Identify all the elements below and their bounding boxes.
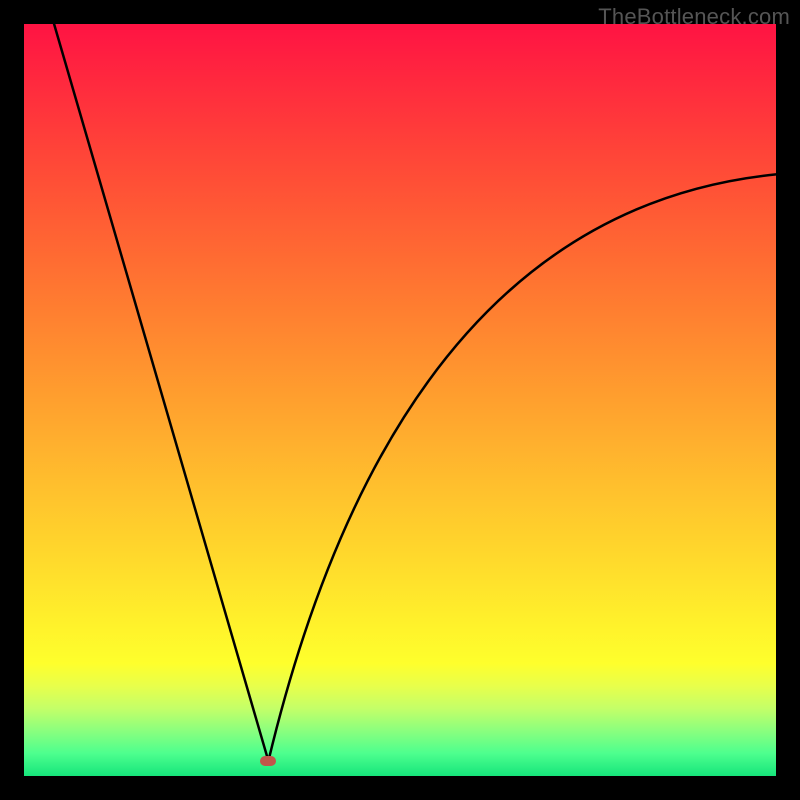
- minimum-marker: [260, 756, 276, 766]
- bottleneck-curve: [24, 24, 776, 776]
- watermark-text: TheBottleneck.com: [598, 4, 790, 30]
- bottleneck-chart: TheBottleneck.com: [0, 0, 800, 800]
- plot-area: [24, 24, 776, 776]
